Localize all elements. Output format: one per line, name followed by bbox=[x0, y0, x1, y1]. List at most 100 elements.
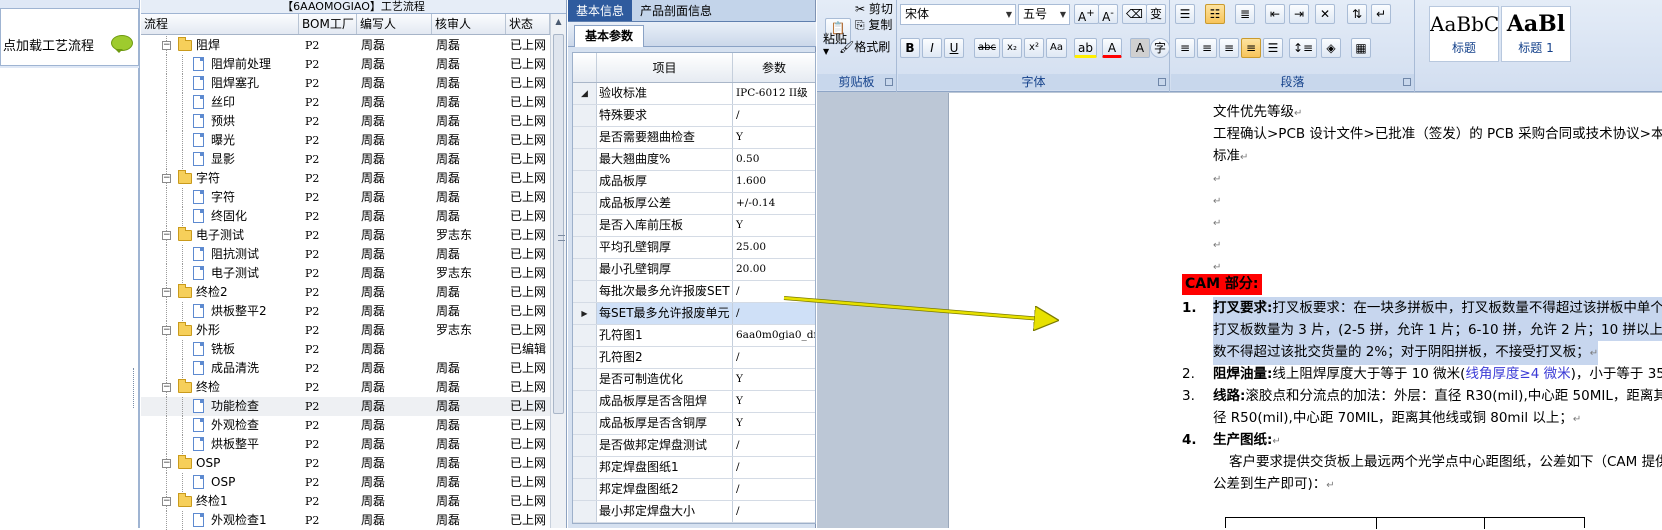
tree-node[interactable]: 丝印 bbox=[141, 93, 299, 112]
row-marker[interactable] bbox=[573, 435, 597, 456]
col-writer[interactable]: 编写人 bbox=[357, 14, 432, 34]
row-marker[interactable] bbox=[573, 281, 597, 302]
row-marker[interactable] bbox=[573, 259, 597, 280]
multilevel-list-icon[interactable]: ≣ bbox=[1235, 4, 1255, 24]
property-row[interactable]: ▶ 每SET最多允许报废单元 / bbox=[573, 303, 815, 325]
subscript-icon[interactable]: x₂ bbox=[1002, 38, 1022, 58]
row-marker[interactable] bbox=[573, 171, 597, 192]
format-painter-button[interactable]: 🖌格式刷 bbox=[839, 38, 890, 55]
tree-row[interactable]: 功能检查 P2 周磊 周磊 已上网 bbox=[141, 397, 550, 416]
property-value[interactable]: 25.00 bbox=[733, 237, 815, 258]
property-row[interactable]: 最小孔壁铜厚 20.00 bbox=[573, 259, 815, 281]
increase-indent-icon[interactable]: ⇥ bbox=[1289, 4, 1309, 24]
tree-row[interactable]: 外观检查1 P2 周磊 周磊 已上网 bbox=[141, 511, 550, 530]
property-row[interactable]: 特殊要求 / bbox=[573, 105, 815, 127]
col-item[interactable]: 项目 bbox=[597, 53, 733, 82]
change-case-icon[interactable]: Aa bbox=[1046, 38, 1067, 58]
sort-icon[interactable]: ⇅ bbox=[1347, 4, 1367, 24]
tree-row[interactable]: 字符 P2 周磊 周磊 已上网 bbox=[141, 188, 550, 207]
property-value[interactable]: / bbox=[733, 303, 815, 324]
style-heading[interactable]: AaBbC 标题 bbox=[1429, 6, 1499, 62]
tree-node[interactable]: 预烘 bbox=[141, 112, 299, 131]
phonetic-icon[interactable]: 变 bbox=[1146, 4, 1167, 24]
row-marker[interactable] bbox=[573, 149, 597, 170]
tree-node[interactable]: 阻抗测试 bbox=[141, 245, 299, 264]
property-value[interactable]: / bbox=[733, 105, 815, 126]
property-row[interactable]: 是否做邦定焊盘测试 / bbox=[573, 435, 815, 457]
property-value[interactable]: Y bbox=[733, 413, 815, 434]
property-value[interactable]: 6aa0m0gia0_dr bbox=[733, 325, 815, 346]
document-page[interactable]: 文件优先等级↵ 工程确认>PCB 设计文件>已批准（签发）的 PCB 采购合同或… bbox=[948, 93, 1662, 529]
property-row[interactable]: 是否需要翘曲检查 Y bbox=[573, 127, 815, 149]
tree-row[interactable]: 预烘 P2 周磊 周磊 已上网 bbox=[141, 112, 550, 131]
tab-basic-info[interactable]: 基本信息 bbox=[568, 0, 633, 21]
property-row[interactable]: 孔符图1 6aa0m0gia0_dr bbox=[573, 325, 815, 347]
chinese-layout-icon[interactable]: ✕ bbox=[1315, 4, 1335, 24]
tree-row[interactable]: 阻抗测试 P2 周磊 周磊 已上网 bbox=[141, 245, 550, 264]
property-value[interactable]: / bbox=[733, 281, 815, 302]
collapse-icon[interactable]: − bbox=[162, 383, 171, 392]
tab-section-info[interactable]: 产品剖面信息 bbox=[632, 0, 720, 21]
col-status[interactable]: 状态 bbox=[506, 14, 550, 34]
property-value[interactable]: Y bbox=[733, 215, 815, 236]
shading-icon[interactable]: ◈ bbox=[1321, 38, 1341, 58]
row-marker[interactable] bbox=[573, 413, 597, 434]
tree-node[interactable]: 功能检查 bbox=[141, 397, 299, 416]
cut-button[interactable]: ✂ 剪切 bbox=[855, 0, 893, 17]
property-row[interactable]: 孔符图2/ bbox=[573, 347, 815, 369]
copy-button[interactable]: ⎘ 复制 bbox=[855, 16, 892, 33]
tree-row[interactable]: 铣板 P2 周磊 已编辑 bbox=[141, 340, 550, 359]
row-marker[interactable] bbox=[573, 457, 597, 478]
property-value[interactable]: Y bbox=[733, 369, 815, 390]
property-value[interactable]: / bbox=[733, 479, 815, 500]
tree-row[interactable]: 成品清洗 P2 周磊 周磊 已上网 bbox=[141, 359, 550, 378]
tree-row[interactable]: 外观检查 P2 周磊 周磊 已上网 bbox=[141, 416, 550, 435]
property-row[interactable]: 最大翘曲度% 0.50 bbox=[573, 149, 815, 171]
property-value[interactable]: 20.00 bbox=[733, 259, 815, 280]
tree-node[interactable]: 阻焊前处理 bbox=[141, 55, 299, 74]
property-value[interactable]: / bbox=[733, 457, 815, 478]
font-name-select[interactable]: 宋体 ▼ bbox=[900, 4, 1016, 25]
tree-node[interactable]: 电子测试 bbox=[141, 264, 299, 283]
tree-node[interactable]: 曝光 bbox=[141, 131, 299, 150]
chat-bubble-icon[interactable] bbox=[111, 35, 133, 53]
tree-node[interactable]: − 电子测试 bbox=[141, 226, 299, 245]
property-value[interactable]: 1.600 bbox=[733, 171, 815, 192]
tree-row[interactable]: 丝印 P2 周磊 周磊 已上网 bbox=[141, 93, 550, 112]
property-row[interactable]: 成品板厚公差 +/-0.14 bbox=[573, 193, 815, 215]
paste-dropdown-icon[interactable]: ▼ bbox=[823, 47, 829, 56]
property-row[interactable]: 是否入库前压板 Y bbox=[573, 215, 815, 237]
align-left-icon[interactable]: ≡ bbox=[1175, 38, 1195, 58]
property-value[interactable]: / bbox=[733, 347, 815, 368]
row-marker-icon[interactable]: ◢ bbox=[573, 83, 597, 104]
line-spacing-icon[interactable]: ↕≡ bbox=[1289, 38, 1318, 58]
row-marker[interactable] bbox=[573, 479, 597, 500]
row-marker[interactable] bbox=[573, 347, 597, 368]
tree-node[interactable]: 终固化 bbox=[141, 207, 299, 226]
numbering-icon[interactable]: ☷ bbox=[1205, 4, 1225, 24]
tree-row[interactable]: 烘板整平 P2 周磊 周磊 已上网 bbox=[141, 435, 550, 454]
superscript-icon[interactable]: x² bbox=[1024, 38, 1044, 58]
tree-row[interactable]: 终固化 P2 周磊 周磊 已上网 bbox=[141, 207, 550, 226]
property-row[interactable]: 是否可制造优化 Y bbox=[573, 369, 815, 391]
property-value[interactable]: Y bbox=[733, 391, 815, 412]
char-shading-icon[interactable]: A bbox=[1130, 38, 1150, 58]
highlight-icon[interactable]: ab bbox=[1074, 38, 1097, 58]
property-value[interactable]: / bbox=[733, 501, 815, 522]
tree-row[interactable]: − 阻焊 P2 周磊 周磊 已上网 bbox=[141, 36, 550, 55]
tree-node[interactable]: OSP bbox=[141, 473, 299, 492]
align-right-icon[interactable]: ≡ bbox=[1219, 38, 1239, 58]
scroll-thumb[interactable] bbox=[553, 34, 565, 414]
property-value[interactable]: Y bbox=[733, 127, 815, 148]
collapse-icon[interactable]: − bbox=[162, 326, 171, 335]
collapse-icon[interactable]: − bbox=[162, 459, 171, 468]
tree-node[interactable]: − 外形 bbox=[141, 321, 299, 340]
load-process-header[interactable]: 点加载工艺流程 bbox=[0, 8, 139, 66]
tree-node[interactable]: − 终检 bbox=[141, 378, 299, 397]
justify-icon[interactable]: ≡ bbox=[1241, 38, 1261, 58]
underline-icon[interactable]: U bbox=[944, 38, 964, 58]
enclose-char-icon[interactable]: 字 bbox=[1150, 38, 1171, 58]
collapse-icon[interactable]: − bbox=[162, 231, 171, 240]
show-marks-icon[interactable]: ↵ bbox=[1371, 4, 1391, 24]
tree-row[interactable]: − OSP P2 周磊 周磊 已上网 bbox=[141, 454, 550, 473]
